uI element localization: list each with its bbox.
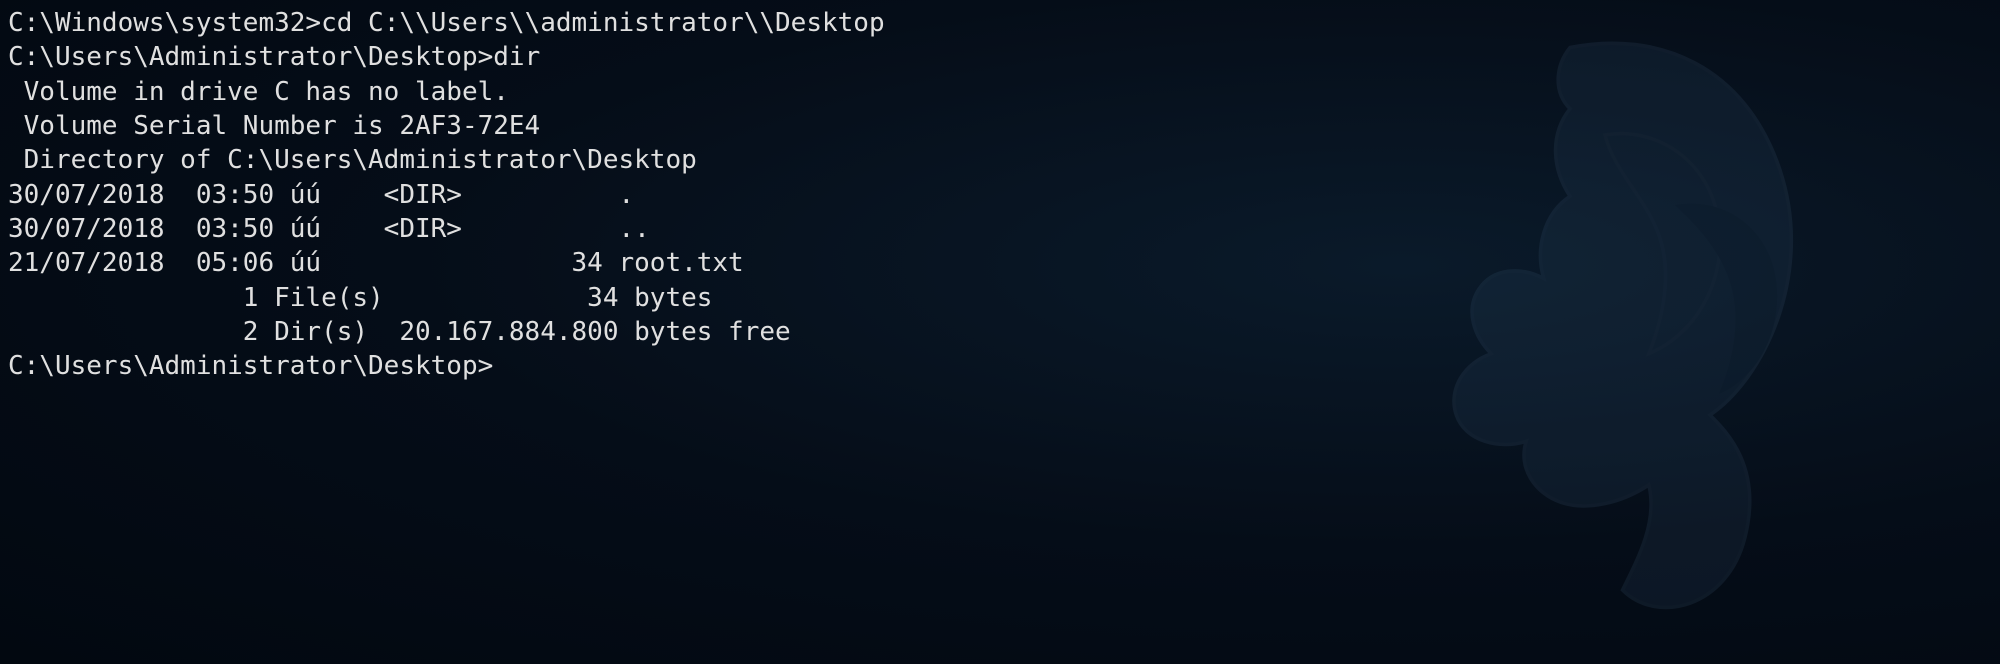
prompt-current: C:\Users\Administrator\Desktop> xyxy=(8,351,493,381)
command-dir: dir xyxy=(493,42,540,72)
dir-summary-files: 1 File(s) 34 bytes xyxy=(8,281,1992,315)
terminal-output[interactable]: C:\Windows\system32>cd C:\\Users\\admini… xyxy=(0,0,2000,389)
dir-entry-root-txt: 21/07/2018 05:06 úú 34 root.txt xyxy=(8,246,1992,280)
output-volume-label: Volume in drive C has no label. xyxy=(8,75,1992,109)
dir-summary-dirs: 2 Dir(s) 20.167.884.800 bytes free xyxy=(8,315,1992,349)
prompt-system32: C:\Windows\system32> xyxy=(8,8,321,38)
prompt-desktop: C:\Users\Administrator\Desktop> xyxy=(8,42,493,72)
output-directory-header: Directory of C:\Users\Administrator\Desk… xyxy=(8,143,1992,177)
dir-entry-parent: 30/07/2018 03:50 úú <DIR> .. xyxy=(8,212,1992,246)
command-cd: cd C:\\Users\\administrator\\Desktop xyxy=(321,8,885,38)
output-volume-serial: Volume Serial Number is 2AF3-72E4 xyxy=(8,109,1992,143)
dir-entry-current: 30/07/2018 03:50 úú <DIR> . xyxy=(8,178,1992,212)
